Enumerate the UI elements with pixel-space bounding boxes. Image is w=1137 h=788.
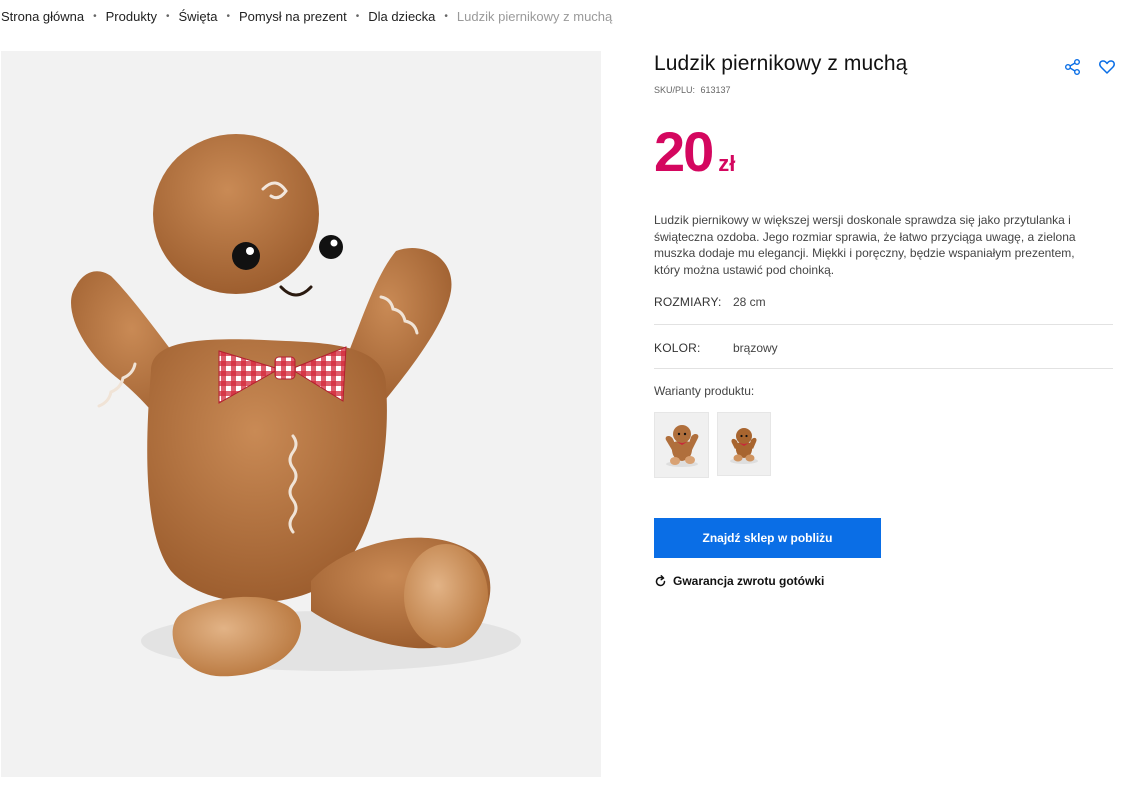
- breadcrumb-for-kids[interactable]: Dla dziecka: [368, 9, 435, 24]
- sku-label: SKU/PLU:: [654, 85, 696, 95]
- price-currency: zł: [718, 151, 736, 176]
- sku: SKU/PLU: 613137: [654, 85, 731, 95]
- breadcrumb-separator: •: [444, 10, 448, 22]
- variants-list: [654, 412, 771, 478]
- attribute-value: brązowy: [733, 341, 778, 355]
- product-description: Ludzik piernikowy w większej wersji dosk…: [654, 213, 1076, 277]
- guarantee-label: Gwarancja zwrotu gotówki: [673, 574, 825, 588]
- variants-label: Warianty produktu:: [654, 384, 755, 398]
- breadcrumb-products[interactable]: Produkty: [106, 9, 157, 24]
- product-image[interactable]: [1, 51, 601, 777]
- breadcrumb-separator: •: [165, 10, 170, 22]
- money-back-guarantee-link[interactable]: Gwarancja zwrotu gotówki: [654, 574, 824, 588]
- breadcrumb-separator: •: [93, 10, 97, 22]
- price-value: 20: [654, 120, 714, 183]
- share-icon[interactable]: [1064, 58, 1082, 76]
- breadcrumb-gift-ideas[interactable]: Pomysł na prezent: [239, 9, 347, 24]
- attribute-label: ROZMIARY:: [654, 295, 722, 309]
- attribute-color: KOLOR: brązowy: [654, 333, 1113, 369]
- attribute-value: 28 cm: [733, 295, 766, 309]
- find-store-button[interactable]: Znajdź sklep w pobliżu: [654, 518, 881, 558]
- variant-thumbnail-small[interactable]: [717, 412, 771, 476]
- breadcrumb-separator: •: [355, 10, 360, 22]
- refresh-icon: [655, 574, 666, 586]
- gingerbread-plush-illustration: [71, 134, 521, 677]
- attribute-label: KOLOR:: [654, 341, 701, 355]
- price: 20 zł: [654, 122, 735, 182]
- breadcrumb-separator: •: [226, 10, 231, 22]
- variant-thumbnail-image: [665, 425, 698, 467]
- variant-thumbnail-image: [730, 428, 758, 464]
- product-title: Ludzik piernikowy z muchą: [654, 52, 908, 75]
- breadcrumb: Strona główna • Produkty • Święta • Pomy…: [1, 7, 612, 25]
- breadcrumb-current: Ludzik piernikowy z muchą: [456, 8, 613, 24]
- variant-thumbnail-large[interactable]: [654, 412, 709, 478]
- breadcrumb-home[interactable]: Strona główna: [1, 9, 84, 24]
- heart-icon[interactable]: [1098, 58, 1116, 76]
- attribute-size: ROZMIARY: 28 cm: [654, 287, 1113, 325]
- sku-value: 613137: [700, 85, 731, 95]
- breadcrumb-holidays[interactable]: Święta: [178, 9, 217, 24]
